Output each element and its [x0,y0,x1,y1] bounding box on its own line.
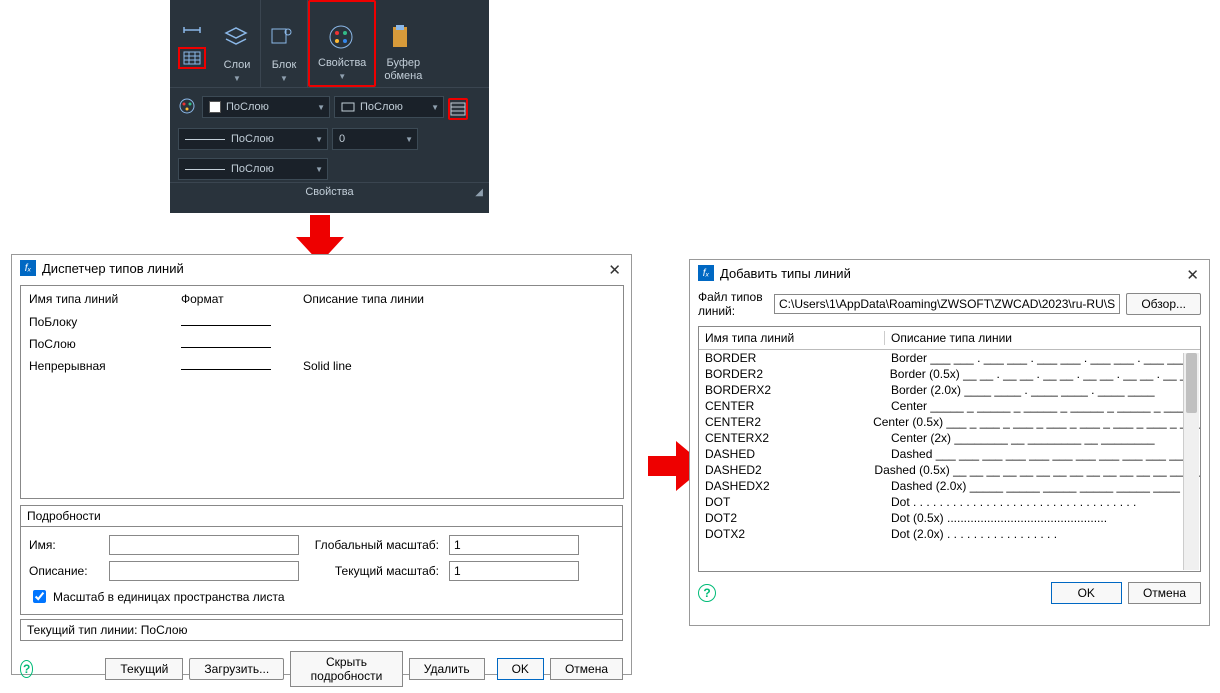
dimension-icon[interactable] [178,19,206,41]
label-name: Имя: [29,538,99,552]
panel-block[interactable]: Блок▼ [261,0,308,87]
current-button[interactable]: Текущий [105,658,183,680]
panel-clipboard[interactable]: Буфер обмена [376,0,430,87]
app-icon: fₓ [698,265,714,281]
dialog-launcher-icon[interactable]: ◢ [475,187,483,198]
ribbon-small-tools [170,0,214,87]
plotstyle-combo[interactable]: ПоСлою▼ [334,96,444,118]
list-item[interactable]: BORDER2Border (0.5x) __ __ . __ __ . __ … [699,366,1200,382]
browse-button[interactable]: Обзор... [1126,293,1201,315]
list-item[interactable]: BORDERBorder ___ ___ . ___ ___ . ___ ___… [699,350,1200,366]
app-icon: fₓ [20,260,36,276]
scrollbar[interactable] [1183,353,1199,570]
lineweight-combo[interactable]: ПоСлою▼ [178,158,328,180]
help-icon[interactable]: ? [698,584,716,602]
file-path-field[interactable] [774,294,1120,314]
label-desc: Описание: [29,564,99,578]
list-item[interactable]: DASHEDX2Dashed (2.0x) _____ _____ _____ … [699,478,1200,494]
panel-title: Свойства [305,186,353,198]
current-scale-field[interactable] [449,561,579,581]
col-format[interactable]: Формат [175,288,295,310]
table-row[interactable]: ПоСлою [23,334,621,354]
col-desc[interactable]: Описание типа линии [297,288,621,310]
palette-icon[interactable] [178,97,198,118]
panel-properties[interactable]: Свойства▼ [308,0,376,87]
list-item[interactable]: DOTDot . . . . . . . . . . . . . . . . .… [699,494,1200,510]
col-name[interactable]: Имя типа линий [699,331,885,345]
ok-button[interactable]: OK [497,658,544,680]
dialog-title: Диспетчер типов линий [42,261,184,276]
list-item[interactable]: BORDERX2Border (2.0x) ____ ____ . ____ _… [699,382,1200,398]
dialog-title: Добавить типы линий [720,266,851,281]
list-item[interactable]: CENTERCenter _____ _ _____ _ _____ _ ___… [699,398,1200,414]
file-label: Файл типов линий: [698,290,768,318]
col-name[interactable]: Имя типа линий [23,288,173,310]
close-icon[interactable]: ✕ [1186,266,1199,284]
load-button[interactable]: Загрузить... [189,658,284,680]
cancel-button[interactable]: Отмена [550,658,623,680]
list-item[interactable]: DASHEDDashed ___ ___ ___ ___ ___ ___ ___… [699,446,1200,462]
global-scale-field[interactable] [449,535,579,555]
current-linetype-status: Текущий тип линии: ПоСлою [20,619,623,641]
table-row[interactable]: НепрерывнаяSolid line [23,356,621,376]
close-icon[interactable]: ✕ [608,261,621,279]
ok-button[interactable]: OK [1051,582,1122,604]
label-gscale: Глобальный масштаб: [315,538,439,552]
list-item[interactable]: DOTX2Dot (2.0x) . . . . . . . . . . . . … [699,526,1200,542]
linetype-manager-dialog: fₓ Диспетчер типов линий ✕ Имя типа линий… [11,254,632,675]
ribbon-properties-panel: Слои▼ Блок▼ Свойства▼ Буфер обмена ПоСло… [170,0,489,213]
add-linetypes-dialog: fₓ Добавить типы линий ✕ Файл типов линий… [689,259,1210,626]
linetype-list[interactable]: Имя типа линийОписание типа линии BORDER… [698,326,1201,572]
help-icon[interactable]: ? [20,660,33,678]
linetype-table[interactable]: Имя типа линийФорматОписание типа линии … [20,285,624,499]
linetype-combo[interactable]: ПоСлою▼ [178,128,328,150]
color-combo[interactable]: ПоСлою▼ [202,96,330,118]
table-row[interactable]: ПоБлоку [23,312,621,332]
panel-layers[interactable]: Слои▼ [214,0,261,87]
label-cscale: Текущий масштаб: [335,564,439,578]
transparency-combo[interactable]: 0▼ [332,128,418,150]
name-field[interactable] [109,535,299,555]
delete-button[interactable]: Удалить [409,658,485,680]
details-box: Имя: Глобальный масштаб: Описание: Текущ… [20,526,623,615]
cancel-button[interactable]: Отмена [1128,582,1201,604]
linetype-manager-icon[interactable] [448,98,468,120]
details-label: Подробности [20,505,623,526]
list-item[interactable]: CENTERX2Center (2x) ________ __ ________… [699,430,1200,446]
hide-details-button[interactable]: Скрыть подробности [290,651,403,687]
desc-field[interactable] [109,561,299,581]
list-item[interactable]: DOT2Dot (0.5x) .........................… [699,510,1200,526]
table-icon[interactable] [178,47,206,69]
col-desc[interactable]: Описание типа линии [885,331,1200,345]
list-item[interactable]: DASHED2Dashed (0.5x) __ __ __ __ __ __ _… [699,462,1200,478]
list-item[interactable]: CENTER2Center (0.5x) ___ _ ___ _ ___ _ _… [699,414,1200,430]
paper-units-checkbox[interactable]: Масштаб в единицах пространства листа [29,587,579,606]
